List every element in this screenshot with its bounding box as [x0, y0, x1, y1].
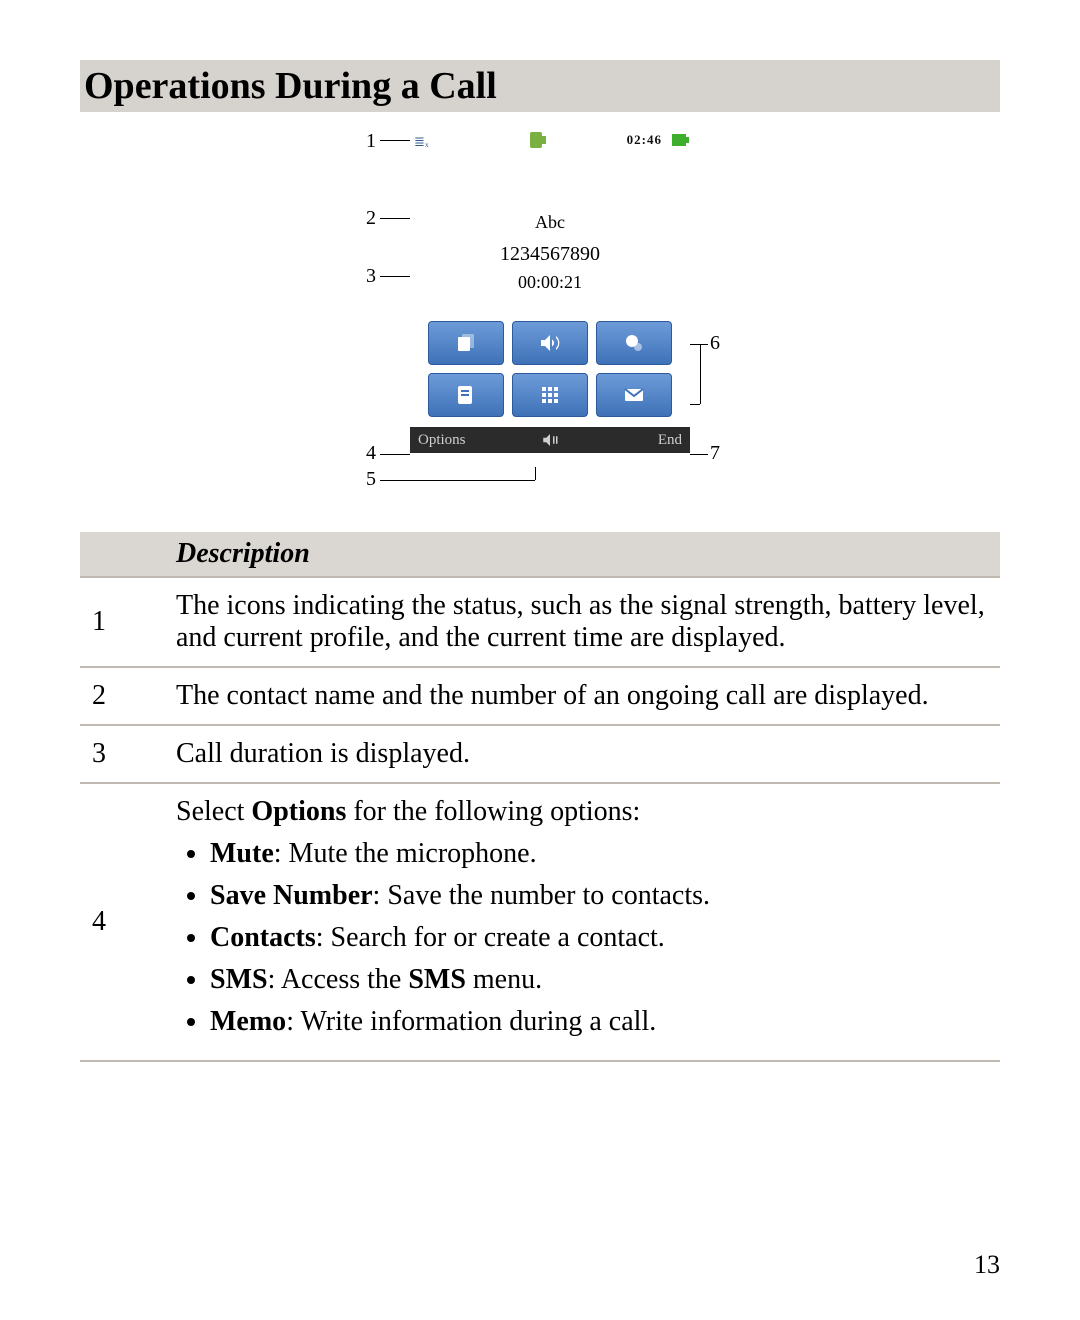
- bold: SMS: [210, 964, 268, 995]
- callout-2: 2: [366, 207, 376, 230]
- contact-name: Abc: [410, 212, 690, 233]
- options-list: Mute: Mute the microphone. Save Number: …: [176, 838, 988, 1038]
- mute-icon: [541, 431, 559, 449]
- row-num: 2: [80, 667, 164, 725]
- keypad-icon: [538, 383, 562, 407]
- table-row: 1 The icons indicating the status, such …: [80, 577, 1000, 667]
- text: : Save the number to contacts.: [373, 880, 710, 911]
- softkey-options[interactable]: Options: [418, 432, 466, 449]
- keypad-button[interactable]: [512, 373, 588, 417]
- table-header-blank: [80, 532, 164, 577]
- status-time: 02:46: [627, 132, 662, 148]
- callout-7: 7: [710, 442, 720, 465]
- bold: Mute: [210, 838, 274, 869]
- contacts-button[interactable]: [428, 373, 504, 417]
- bold: Contacts: [210, 922, 316, 953]
- callout-1: 1: [366, 130, 376, 153]
- text: : Write information during a call.: [286, 1006, 656, 1037]
- softkey-mute[interactable]: [541, 431, 559, 449]
- callout-3: 3: [366, 265, 376, 288]
- callout-6: 6: [710, 332, 720, 355]
- call-duration: 00:00:21: [410, 272, 690, 293]
- text: Select: [176, 796, 251, 827]
- text: : Mute the microphone.: [274, 838, 537, 869]
- record-button[interactable]: [596, 321, 672, 365]
- in-call-buttons: [410, 321, 690, 417]
- battery-icon: [672, 134, 686, 146]
- contact-number: 1234567890: [410, 243, 690, 266]
- phone-screen: ≣ₓ 02:46 Abc 1234567890 00:00:21: [410, 132, 690, 467]
- description-table: Description 1 The icons indicating the s…: [80, 532, 1000, 1062]
- table-row: 4 Select Options for the following optio…: [80, 783, 1000, 1061]
- callout-5: 5: [366, 468, 376, 491]
- row-num: 3: [80, 725, 164, 783]
- status-bar: ≣ₓ 02:46: [410, 132, 690, 152]
- list-item: Contacts: Search for or create a contact…: [210, 922, 988, 954]
- cards-icon: [454, 331, 478, 355]
- contacts-icon: [454, 383, 478, 407]
- speaker-button[interactable]: [512, 321, 588, 365]
- message-button[interactable]: [596, 373, 672, 417]
- text: for the following options:: [346, 796, 640, 827]
- bold: Options: [251, 796, 346, 827]
- table-row: 3 Call duration is displayed.: [80, 725, 1000, 783]
- hold-button[interactable]: [428, 321, 504, 365]
- row-text: The icons indicating the status, such as…: [164, 577, 1000, 667]
- row-text: Select Options for the following options…: [164, 783, 1000, 1061]
- bold: Save Number: [210, 880, 373, 911]
- speaker-icon: [538, 331, 562, 355]
- text: : Access the: [268, 964, 409, 995]
- table-header-description: Description: [164, 532, 1000, 577]
- table-row: 2 The contact name and the number of an …: [80, 667, 1000, 725]
- envelope-icon: [622, 383, 646, 407]
- row-text: Call duration is displayed.: [164, 725, 1000, 783]
- record-icon: [622, 331, 646, 355]
- text: : Search for or create a contact.: [316, 922, 665, 953]
- phone-diagram: 1 2 3 4 5 6 7 ≣ₓ 02:46 Abc 1234567890: [260, 132, 820, 512]
- callout-4: 4: [366, 442, 376, 465]
- softkey-bar: Options End: [410, 427, 690, 453]
- text: menu.: [466, 964, 542, 995]
- page-number: 13: [974, 1250, 1000, 1280]
- softkey-end[interactable]: End: [658, 432, 682, 449]
- row-text: The contact name and the number of an on…: [164, 667, 1000, 725]
- list-item: Save Number: Save the number to contacts…: [210, 880, 988, 912]
- list-item: Mute: Mute the microphone.: [210, 838, 988, 870]
- profile-icon: [530, 132, 542, 148]
- bold: SMS: [408, 964, 466, 995]
- list-item: Memo: Write information during a call.: [210, 1006, 988, 1038]
- row-num: 1: [80, 577, 164, 667]
- list-item: SMS: Access the SMS menu.: [210, 964, 988, 996]
- section-title: Operations During a Call: [80, 60, 1000, 112]
- bold: Memo: [210, 1006, 286, 1037]
- row-num: 4: [80, 783, 164, 1061]
- signal-icon: ≣ₓ: [414, 134, 429, 150]
